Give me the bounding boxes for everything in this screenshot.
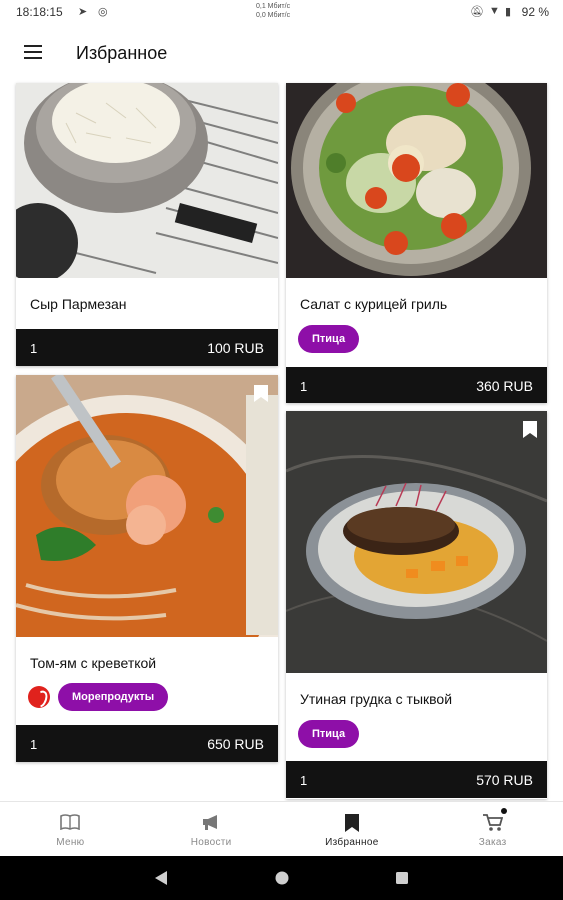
product-card-parmesan[interactable]: Сыр Пармезан 1 100 RUB — [16, 83, 278, 366]
product-card-duck-breast[interactable]: Утиная грудка с тыквой Птица 1 570 RUB — [286, 411, 547, 799]
book-icon — [60, 814, 81, 830]
megaphone-icon — [203, 815, 218, 830]
system-navigation-bar — [0, 856, 563, 900]
nav-item-favorites[interactable]: Избранное — [282, 802, 423, 856]
price: 650 RUB — [207, 736, 264, 752]
battery-icon: ▮ — [505, 6, 512, 18]
tag-list: Птица — [298, 720, 360, 748]
product-image — [16, 375, 278, 735]
nav-item-order[interactable]: Заказ — [422, 802, 563, 856]
product-name: Том-ям с креветкой — [30, 655, 157, 671]
product-name: Утиная грудка с тыквой — [300, 691, 453, 707]
product-name: Салат с курицей гриль — [300, 296, 448, 312]
back-button[interactable] — [131, 856, 191, 900]
product-name: Сыр Пармезан — [30, 296, 127, 312]
status-time: 18:18:15 — [16, 5, 63, 19]
bookmark-icon — [344, 814, 359, 832]
nav-item-menu[interactable]: Меню — [0, 802, 141, 856]
category-tag[interactable]: Морепродукты — [58, 683, 169, 711]
nav-label: Меню — [56, 837, 85, 848]
quantity: 1 — [300, 379, 308, 394]
spicy-icon — [28, 686, 50, 708]
hamburger-menu-icon[interactable] — [20, 41, 46, 65]
product-card-chicken-salad[interactable]: Салат с курицей гриль Птица 1 360 RUB — [286, 83, 547, 403]
page-title: Избранное — [76, 43, 168, 63]
nav-label: Заказ — [478, 837, 507, 848]
nav-label: Новости — [190, 837, 232, 848]
category-tag[interactable]: Птица — [298, 325, 360, 353]
product-image — [16, 83, 278, 283]
add-to-cart-bar[interactable]: 1 570 RUB — [286, 761, 547, 798]
add-to-cart-bar[interactable]: 1 650 RUB — [16, 725, 278, 762]
app-bar: Избранное — [0, 24, 563, 82]
price: 570 RUB — [476, 772, 533, 788]
net-down: 0,0 Мбит/с — [256, 12, 291, 19]
battery-level: 92 % — [521, 5, 549, 19]
nav-label: Избранное — [325, 837, 379, 848]
product-image — [286, 83, 547, 278]
network-speed: 0,1 Мбит/с 0,0 Мбит/с — [256, 2, 290, 20]
mute-icon: 🔕︎ — [470, 6, 484, 18]
home-button[interactable] — [252, 856, 312, 900]
status-bar: 18:18:15 ➤ ◎ 0,1 Мбит/с 0,0 Мбит/с 🔕︎ ▼ … — [0, 0, 563, 24]
tag-list: Птица — [298, 325, 360, 353]
recents-button[interactable] — [372, 856, 432, 900]
home-circle-icon — [275, 871, 289, 885]
back-triangle-icon — [155, 871, 167, 885]
bottom-navigation: Меню Новости Избранное Заказ — [0, 801, 563, 856]
cart-icon — [482, 814, 503, 831]
quantity: 1 — [300, 773, 308, 788]
product-card-tom-yum[interactable]: Том-ям с креветкой Морепродукты 1 650 RU… — [16, 375, 278, 762]
quantity: 1 — [30, 341, 38, 356]
add-to-cart-bar[interactable]: 1 360 RUB — [286, 367, 547, 403]
product-image — [286, 411, 547, 673]
add-to-cart-bar[interactable]: 1 100 RUB — [16, 329, 278, 366]
recents-square-icon — [396, 872, 408, 884]
category-tag[interactable]: Птица — [298, 720, 360, 748]
bookmark-icon[interactable] — [523, 421, 537, 438]
nav-item-news[interactable]: Новости — [141, 802, 282, 856]
quantity: 1 — [30, 737, 38, 752]
telegram-icon: ➤ — [78, 6, 88, 18]
wifi-icon: ▼ — [489, 5, 500, 17]
tag-list: Морепродукты — [28, 683, 169, 711]
price: 360 RUB — [476, 378, 533, 394]
bookmark-icon[interactable] — [254, 385, 268, 402]
cart-badge — [500, 808, 507, 814]
sync-icon: ◎ — [98, 6, 108, 18]
price: 100 RUB — [207, 340, 264, 356]
net-up: 0,1 Мбит/с — [256, 3, 291, 10]
